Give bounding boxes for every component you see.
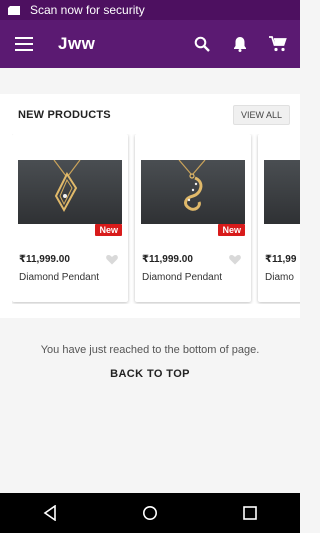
- new-badge: New: [218, 224, 245, 236]
- product-carousel[interactable]: New ₹11,999.00 Diamond Pendant New ₹11,9…: [12, 134, 300, 304]
- product-name: Diamo: [265, 272, 294, 283]
- product-card[interactable]: New ₹11,999.00 Diamond Pendant: [12, 134, 128, 302]
- product-name: Diamond Pendant: [142, 272, 223, 283]
- heart-icon[interactable]: [106, 252, 118, 265]
- bell-icon[interactable]: [224, 28, 256, 60]
- menu-icon[interactable]: [8, 28, 40, 60]
- new-badge: New: [95, 224, 122, 236]
- system-nav-bar: [0, 493, 300, 533]
- product-image: [141, 160, 245, 224]
- section-header: NEW PRODUCTS VIEW ALL: [18, 104, 290, 126]
- heart-icon[interactable]: [229, 252, 241, 265]
- app-title: Jww: [58, 34, 96, 53]
- product-price: ₹11,999.00: [19, 254, 70, 265]
- product-name: Diamond Pendant: [19, 272, 100, 283]
- recents-icon[interactable]: [238, 501, 262, 525]
- back-icon[interactable]: [38, 501, 62, 525]
- product-image: [18, 160, 122, 224]
- back-to-top-button[interactable]: BACK TO TOP: [0, 368, 300, 380]
- status-bar: Scan now for security: [0, 0, 300, 20]
- product-price: ₹11,999.00: [142, 254, 193, 265]
- product-image: [264, 160, 300, 224]
- cart-icon[interactable]: [262, 28, 294, 60]
- app-bar: Jww: [0, 20, 300, 68]
- card-icon: [8, 5, 22, 15]
- home-icon[interactable]: [138, 501, 162, 525]
- new-products-section: NEW PRODUCTS VIEW ALL New ₹11,999.00 Dia…: [0, 94, 300, 318]
- product-card[interactable]: ₹11,99 Diamo: [258, 134, 300, 302]
- product-price: ₹11,99: [265, 254, 297, 265]
- section-title: NEW PRODUCTS: [18, 109, 111, 121]
- product-card[interactable]: New ₹11,999.00 Diamond Pendant: [135, 134, 251, 302]
- view-all-button[interactable]: VIEW ALL: [232, 105, 290, 125]
- end-of-page-message: You have just reached to the bottom of p…: [40, 344, 260, 356]
- status-text: Scan now for security: [30, 3, 145, 17]
- search-icon[interactable]: [186, 28, 218, 60]
